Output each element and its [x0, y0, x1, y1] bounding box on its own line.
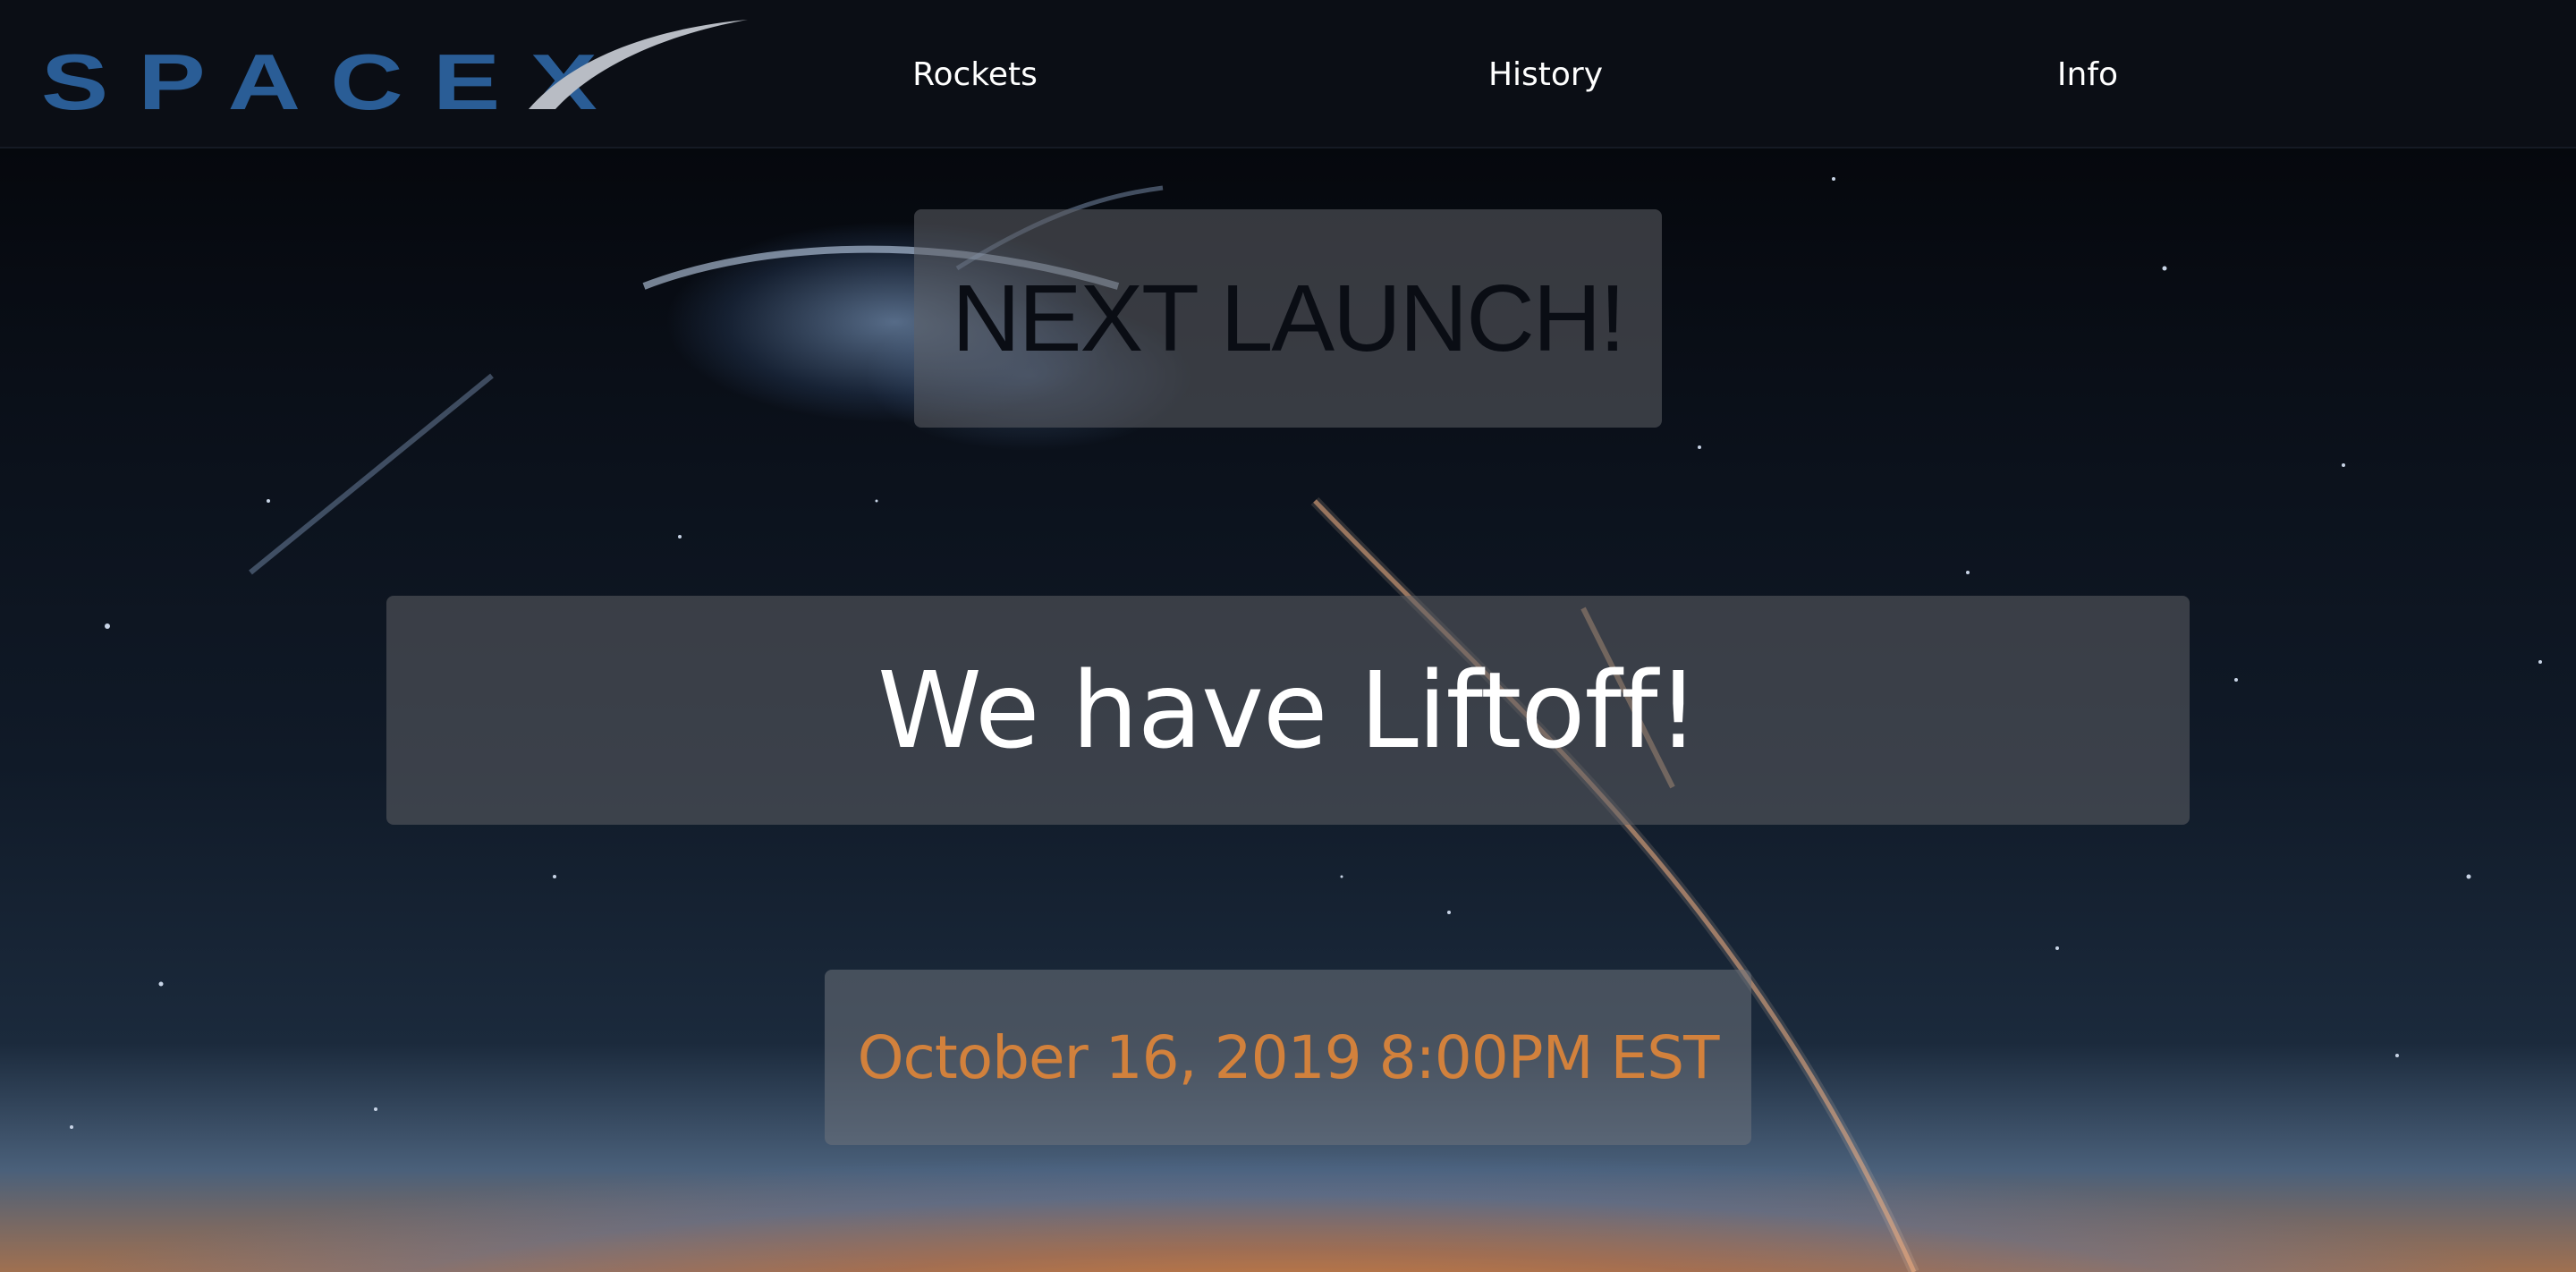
spacex-wordmark: SPACEX	[41, 38, 627, 123]
page: SPACEX Rockets History Info NEXT LAUNCH!…	[0, 0, 2576, 1272]
nav-history-link[interactable]: History	[1456, 52, 1635, 98]
launch-date-text: October 16, 2019 8:00PM EST	[857, 1022, 1720, 1092]
launch-date-panel: October 16, 2019 8:00PM EST	[825, 970, 1751, 1145]
next-launch-heading: NEXT LAUNCH!	[952, 265, 1626, 371]
top-navbar: SPACEX Rockets History Info	[0, 0, 2576, 148]
next-launch-panel: NEXT LAUNCH!	[914, 209, 1662, 428]
nav-info-link[interactable]: Info	[1998, 52, 2177, 98]
nav-rockets-link[interactable]: Rockets	[886, 52, 1064, 98]
launch-status-text: We have Liftoff!	[877, 649, 1699, 772]
launch-status-panel: We have Liftoff!	[386, 596, 2190, 825]
spacex-logo[interactable]: SPACEX	[41, 16, 757, 123]
